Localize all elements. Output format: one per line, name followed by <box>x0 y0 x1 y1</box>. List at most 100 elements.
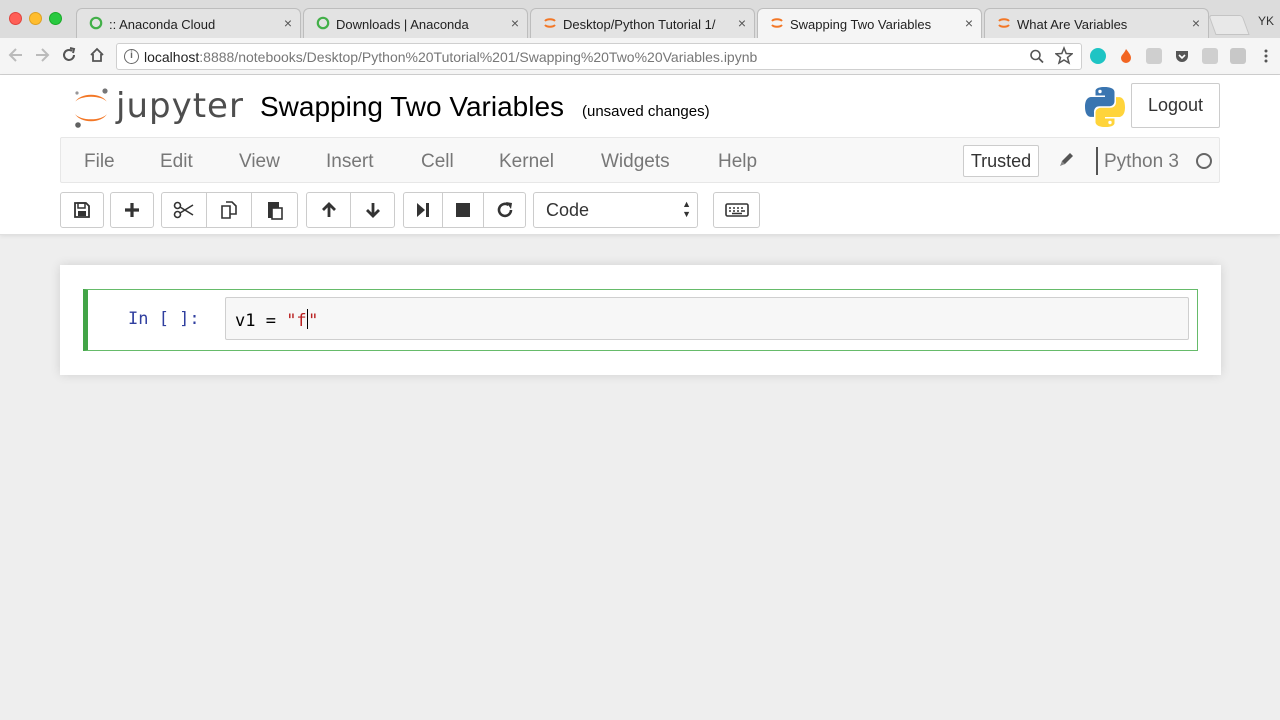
move-up-button[interactable] <box>306 192 351 228</box>
jupyter-logo-icon <box>75 88 108 128</box>
input-prompt: In [ ]: <box>128 309 200 329</box>
cell-type-value: Code <box>546 200 590 220</box>
logout-button[interactable]: Logout <box>1131 83 1220 128</box>
extension-flame-icon[interactable] <box>1118 48 1134 64</box>
more-menu-icon[interactable] <box>1258 48 1274 64</box>
jupyter-logo[interactable]: jupyter <box>72 85 243 129</box>
browser-toolbar: i localhost:8888/notebooks/Desktop/Pytho… <box>0 38 1280 75</box>
kernel-separator <box>1096 147 1098 175</box>
zoom-icon[interactable] <box>1029 47 1045 65</box>
menu-insert[interactable]: Insert <box>326 151 374 173</box>
close-icon[interactable]: × <box>965 15 973 31</box>
window-close-button[interactable] <box>9 12 22 25</box>
menu-file[interactable]: File <box>84 151 115 173</box>
insert-cell-button[interactable] <box>110 192 154 228</box>
python-logo-icon <box>1085 87 1125 127</box>
stop-icon <box>456 203 470 217</box>
tab-title: What Are Variables <box>1017 17 1128 32</box>
close-icon[interactable]: × <box>511 15 519 31</box>
home-icon[interactable] <box>88 46 106 64</box>
arrow-up-icon <box>321 202 336 217</box>
code-string-open: "f <box>286 311 307 331</box>
close-icon[interactable]: × <box>284 15 292 31</box>
keyboard-icon <box>724 203 749 217</box>
menu-widgets[interactable]: Widgets <box>601 151 670 173</box>
paste-icon <box>267 202 283 220</box>
interrupt-button[interactable] <box>442 192 484 228</box>
paste-button[interactable] <box>251 192 298 228</box>
browser-tab-strip: :: Anaconda Cloud × Downloads | Anaconda… <box>0 0 1280 38</box>
extension-gray-icon[interactable] <box>1146 48 1162 64</box>
run-button[interactable] <box>403 192 443 228</box>
save-status: (unsaved changes) <box>582 103 710 120</box>
kernel-name: Python 3 <box>1104 151 1179 172</box>
notebook-toolbar: Code ▲ ▼ <box>0 192 1280 232</box>
menu-help[interactable]: Help <box>718 151 757 173</box>
window-minimize-button[interactable] <box>29 12 42 25</box>
jupyter-icon <box>771 18 783 28</box>
notebook-container: In [ ]: v1 = "f" <box>60 265 1221 375</box>
save-icon <box>74 202 90 218</box>
command-palette-button[interactable] <box>713 192 760 228</box>
cut-button[interactable] <box>161 192 207 228</box>
code-cell-selected[interactable]: In [ ]: v1 = "f" <box>83 289 1198 351</box>
trusted-indicator[interactable]: Trusted <box>963 145 1039 177</box>
window-zoom-button[interactable] <box>49 12 62 25</box>
tab-title: :: Anaconda Cloud <box>109 17 216 32</box>
jupyter-icon <box>998 18 1010 28</box>
forward-arrow-icon[interactable] <box>34 46 50 64</box>
jupyter-header: jupyter Swapping Two Variables (unsaved … <box>0 75 1280 235</box>
code-string-close: " <box>308 311 319 331</box>
facebook-icon[interactable] <box>1230 48 1246 64</box>
select-arrows-icon: ▲ ▼ <box>682 199 691 219</box>
menu-kernel[interactable]: Kernel <box>499 151 554 173</box>
browser-tab-swapping-two-variables[interactable]: Swapping Two Variables × <box>757 8 982 38</box>
restart-button[interactable] <box>483 192 526 228</box>
copy-icon <box>221 201 237 219</box>
browser-tab-python-tutorial[interactable]: Desktop/Python Tutorial 1/ × <box>530 8 755 38</box>
browser-tab-what-are-variables[interactable]: What Are Variables × <box>984 8 1209 38</box>
close-icon[interactable]: × <box>1192 15 1200 31</box>
code-assignment: v1 = <box>235 311 287 331</box>
tab-title: Desktop/Python Tutorial 1/ <box>563 17 716 32</box>
kernel-idle-indicator-icon <box>1196 153 1212 169</box>
info-icon[interactable]: i <box>124 49 139 64</box>
move-down-button[interactable] <box>350 192 395 228</box>
save-button[interactable] <box>60 192 104 228</box>
arrow-down-icon <box>365 203 380 218</box>
url-text[interactable]: localhost:8888/notebooks/Desktop/Python%… <box>144 49 757 65</box>
tab-title: Swapping Two Variables <box>790 17 932 32</box>
notebook-title[interactable]: Swapping Two Variables <box>260 91 564 123</box>
copy-button[interactable] <box>206 192 252 228</box>
edit-pencil-icon[interactable] <box>1057 149 1077 169</box>
new-tab-button[interactable] <box>1208 15 1250 35</box>
anaconda-icon <box>89 16 103 30</box>
extension-play-icon[interactable] <box>1202 48 1218 64</box>
cut-icon <box>173 201 194 219</box>
close-icon[interactable]: × <box>738 15 746 31</box>
back-arrow-icon[interactable] <box>8 46 24 64</box>
url-host: localhost <box>144 49 200 65</box>
pocket-icon[interactable] <box>1174 48 1190 64</box>
menu-view[interactable]: View <box>239 151 280 173</box>
browser-tab-downloads[interactable]: Downloads | Anaconda × <box>303 8 528 38</box>
plus-icon <box>125 203 139 217</box>
step-forward-icon <box>417 203 429 217</box>
reload-icon[interactable] <box>61 46 77 64</box>
menu-bar: File Edit View Insert Cell Kernel Widget… <box>60 137 1220 183</box>
refresh-icon <box>497 202 512 218</box>
menu-cell[interactable]: Cell <box>421 151 454 173</box>
tab-title: Downloads | Anaconda <box>336 17 469 32</box>
extension-m-icon[interactable] <box>1090 48 1106 64</box>
menu-edit[interactable]: Edit <box>160 151 193 173</box>
bookmark-star-icon[interactable] <box>1055 46 1073 66</box>
profile-badge[interactable]: YK <box>1258 14 1274 28</box>
address-bar[interactable]: i localhost:8888/notebooks/Desktop/Pytho… <box>116 43 1082 70</box>
browser-tab-anaconda-cloud[interactable]: :: Anaconda Cloud × <box>76 8 301 38</box>
jupyter-icon <box>544 18 556 28</box>
logo-text: jupyter <box>116 86 244 126</box>
cell-type-select[interactable]: Code ▲ ▼ <box>533 192 698 228</box>
code-line[interactable]: v1 = "f" <box>235 309 318 331</box>
code-editor[interactable]: v1 = "f" <box>225 297 1189 340</box>
anaconda-icon <box>316 16 330 30</box>
